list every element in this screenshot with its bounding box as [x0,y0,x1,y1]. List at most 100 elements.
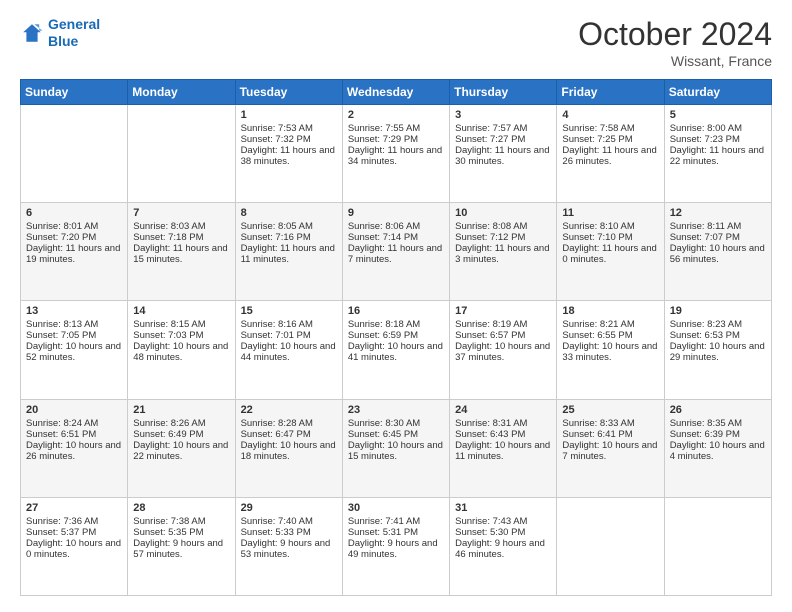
day-info-line: Sunset: 6:49 PM [133,429,229,440]
day-info-line: Sunrise: 8:21 AM [562,319,658,330]
day-number: 28 [133,502,229,514]
day-info-line: Sunrise: 8:31 AM [455,418,551,429]
day-info-line: Sunset: 5:31 PM [348,527,444,538]
logo-blue: Blue [48,33,78,49]
day-info-line: Sunset: 6:47 PM [241,429,337,440]
calendar-cell: 25Sunrise: 8:33 AMSunset: 6:41 PMDayligh… [557,399,664,497]
day-info-line: Daylight: 10 hours and 33 minutes. [562,341,658,363]
day-info-line: Daylight: 10 hours and 48 minutes. [133,341,229,363]
day-info-line: Sunset: 7:25 PM [562,134,658,145]
day-info-line: Sunrise: 7:41 AM [348,516,444,527]
day-number: 5 [670,109,766,121]
day-number: 24 [455,404,551,416]
calendar-cell: 16Sunrise: 8:18 AMSunset: 6:59 PMDayligh… [342,301,449,399]
day-info-line: Sunrise: 8:16 AM [241,319,337,330]
day-info-line: Daylight: 11 hours and 30 minutes. [455,145,551,167]
calendar-cell: 28Sunrise: 7:38 AMSunset: 5:35 PMDayligh… [128,497,235,595]
day-number: 21 [133,404,229,416]
day-info-line: Sunset: 7:10 PM [562,232,658,243]
day-info-line: Sunset: 7:18 PM [133,232,229,243]
calendar-cell: 22Sunrise: 8:28 AMSunset: 6:47 PMDayligh… [235,399,342,497]
day-info-line: Sunset: 7:20 PM [26,232,122,243]
calendar-cell: 1Sunrise: 7:53 AMSunset: 7:32 PMDaylight… [235,105,342,203]
day-number: 17 [455,305,551,317]
day-info-line: Sunrise: 8:35 AM [670,418,766,429]
day-info-line: Daylight: 10 hours and 41 minutes. [348,341,444,363]
day-info-line: Daylight: 11 hours and 0 minutes. [562,243,658,265]
calendar-cell: 31Sunrise: 7:43 AMSunset: 5:30 PMDayligh… [450,497,557,595]
logo: General Blue [20,16,100,50]
day-number: 22 [241,404,337,416]
day-info-line: Sunrise: 7:38 AM [133,516,229,527]
col-header-friday: Friday [557,80,664,105]
day-number: 25 [562,404,658,416]
day-info-line: Daylight: 10 hours and 26 minutes. [26,440,122,462]
day-info-line: Sunrise: 8:05 AM [241,221,337,232]
col-header-wednesday: Wednesday [342,80,449,105]
calendar-cell: 11Sunrise: 8:10 AMSunset: 7:10 PMDayligh… [557,203,664,301]
calendar-cell: 18Sunrise: 8:21 AMSunset: 6:55 PMDayligh… [557,301,664,399]
day-info-line: Daylight: 10 hours and 52 minutes. [26,341,122,363]
day-info-line: Sunset: 7:03 PM [133,330,229,341]
day-info-line: Daylight: 11 hours and 22 minutes. [670,145,766,167]
col-header-sunday: Sunday [21,80,128,105]
day-info-line: Sunset: 5:30 PM [455,527,551,538]
calendar-cell: 20Sunrise: 8:24 AMSunset: 6:51 PMDayligh… [21,399,128,497]
day-number: 26 [670,404,766,416]
day-info-line: Daylight: 11 hours and 19 minutes. [26,243,122,265]
day-info-line: Sunrise: 7:36 AM [26,516,122,527]
day-number: 7 [133,207,229,219]
day-info-line: Daylight: 10 hours and 0 minutes. [26,538,122,560]
calendar-cell: 13Sunrise: 8:13 AMSunset: 7:05 PMDayligh… [21,301,128,399]
day-info-line: Sunset: 5:37 PM [26,527,122,538]
day-info-line: Daylight: 11 hours and 3 minutes. [455,243,551,265]
day-info-line: Sunset: 6:43 PM [455,429,551,440]
day-info-line: Sunrise: 7:55 AM [348,123,444,134]
calendar-cell: 8Sunrise: 8:05 AMSunset: 7:16 PMDaylight… [235,203,342,301]
day-number: 27 [26,502,122,514]
day-number: 10 [455,207,551,219]
col-header-thursday: Thursday [450,80,557,105]
calendar-cell: 26 Sunrise: 8:35 AMSunset: 6:39 PMDayligh… [664,399,771,497]
day-info-line: Sunrise: 7:53 AM [241,123,337,134]
day-info-line: Sunset: 7:01 PM [241,330,337,341]
day-info-line: Daylight: 10 hours and 22 minutes. [133,440,229,462]
day-number: 3 [455,109,551,121]
day-info-line: Daylight: 10 hours and 37 minutes. [455,341,551,363]
day-info-line: Sunset: 6:55 PM [562,330,658,341]
calendar-cell: 10Sunrise: 8:08 AMSunset: 7:12 PMDayligh… [450,203,557,301]
calendar-cell: 12Sunrise: 8:11 AMSunset: 7:07 PMDayligh… [664,203,771,301]
day-info-line: Sunrise: 8:33 AM [562,418,658,429]
day-info-line: Sunrise: 8:06 AM [348,221,444,232]
day-info-line: Sunrise: 8:23 AM [670,319,766,330]
calendar-cell: 6Sunrise: 8:01 AMSunset: 7:20 PMDaylight… [21,203,128,301]
day-number: 12 [670,207,766,219]
day-info-line: Sunset: 6:39 PM [670,429,766,440]
page: General Blue October 2024 Wissant, Franc… [0,0,792,612]
day-info-line: Sunrise: 8:24 AM [26,418,122,429]
day-info-line: Sunset: 6:53 PM [670,330,766,341]
day-info-line: Daylight: 10 hours and 18 minutes. [241,440,337,462]
day-info-line: Sunset: 7:29 PM [348,134,444,145]
calendar-cell: 2Sunrise: 7:55 AMSunset: 7:29 PMDaylight… [342,105,449,203]
day-info-line: Sunrise: 8:13 AM [26,319,122,330]
calendar-table: SundayMondayTuesdayWednesdayThursdayFrid… [20,79,772,596]
calendar-cell: 15 Sunrise: 8:16 AMSunset: 7:01 PMDayligh… [235,301,342,399]
day-info-line: Sunset: 7:12 PM [455,232,551,243]
logo-general: General [48,16,100,32]
day-info-line: Sunrise: 8:26 AM [133,418,229,429]
day-info-line: Sunset: 6:45 PM [348,429,444,440]
col-header-monday: Monday [128,80,235,105]
day-number: 2 [348,109,444,121]
calendar-cell: 21 Sunrise: 8:26 AMSunset: 6:49 PMDayligh… [128,399,235,497]
day-info-line: Daylight: 10 hours and 44 minutes. [241,341,337,363]
day-info-line: Daylight: 9 hours and 49 minutes. [348,538,444,560]
day-number: 15 [241,305,337,317]
title-block: October 2024 Wissant, France [578,16,772,69]
day-info-line: Daylight: 9 hours and 53 minutes. [241,538,337,560]
calendar-cell: 4Sunrise: 7:58 AMSunset: 7:25 PMDaylight… [557,105,664,203]
day-info-line: Daylight: 10 hours and 11 minutes. [455,440,551,462]
day-info-line: Daylight: 11 hours and 26 minutes. [562,145,658,167]
day-info-line: Sunset: 6:41 PM [562,429,658,440]
day-info-line: Daylight: 10 hours and 4 minutes. [670,440,766,462]
